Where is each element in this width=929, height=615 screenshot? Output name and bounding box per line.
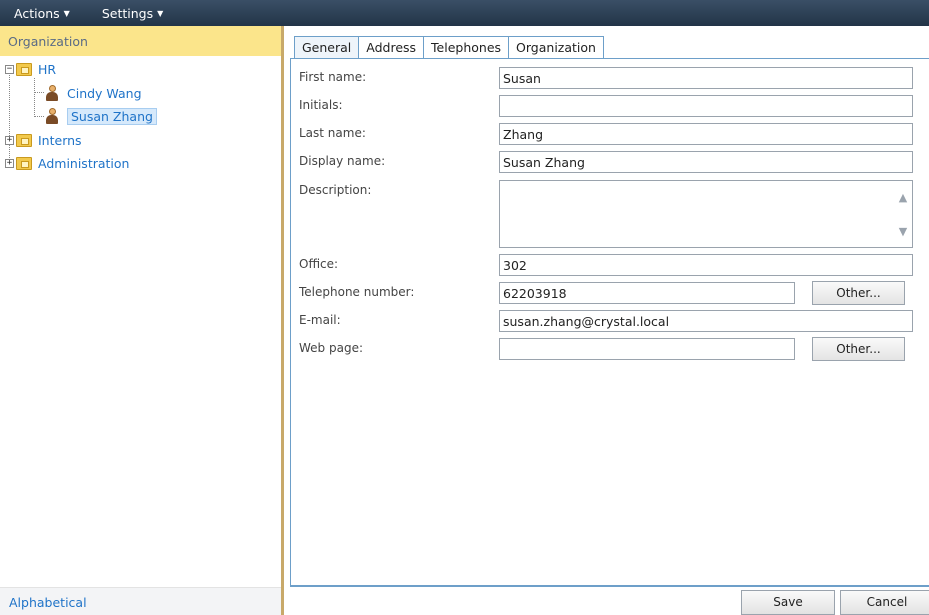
tree-connector [35,116,44,117]
folder-icon [16,156,32,170]
scroll-down-icon[interactable]: ▼ [896,225,910,239]
left-pane: Organization − HR Cindy Wang Susan Zhang… [0,26,281,615]
actions-menu-label: Actions [14,5,60,21]
user-icon [45,85,59,101]
first-name-field[interactable]: Susan [499,67,913,89]
telephone-other-button[interactable]: Other... [812,281,905,305]
user-icon [45,108,59,124]
settings-menu[interactable]: Settings ▼ [88,6,177,21]
office-label: Office: [299,257,339,271]
tree-item-label: Interns [38,132,82,148]
tree-connector [34,78,35,117]
initials-label: Initials: [299,98,343,112]
tree-item-label: Cindy Wang [67,85,142,101]
display-name-field[interactable]: Susan Zhang [499,151,913,173]
settings-menu-label: Settings [101,5,154,21]
tree-connector [35,92,44,93]
organization-header: Organization [0,26,281,56]
tab-organization[interactable]: Organization [508,36,604,58]
tree-item-label: Susan Zhang [67,107,157,125]
description-field[interactable]: ▲ ▼ [499,180,913,248]
tab-general[interactable]: General [294,36,360,58]
email-label: E-mail: [299,313,341,327]
expand-icon[interactable]: + [5,158,14,168]
menubar: Actions ▼ Settings ▼ [0,0,929,26]
tree-item-administration[interactable]: + Administration [5,154,129,172]
web-page-other-button[interactable]: Other... [812,337,905,361]
tree-item-interns[interactable]: + Interns [5,131,82,149]
cancel-button[interactable]: Cancel [840,590,929,615]
scroll-up-icon[interactable]: ▲ [896,191,910,205]
chevron-down-icon: ▼ [63,8,70,18]
alphabetical-link[interactable]: Alphabetical [0,587,281,615]
tree-connector [9,70,10,164]
tree-item-label: Administration [38,155,130,171]
email-field[interactable]: susan.zhang@crystal.local [499,310,913,332]
last-name-label: Last name: [299,126,366,140]
tab-address[interactable]: Address [358,36,425,58]
tab-bar: General Address Telephones Organization [294,36,604,58]
web-page-label: Web page: [299,341,363,355]
chevron-down-icon: ▼ [157,8,164,18]
telephone-field[interactable]: 62203918 [499,282,795,304]
collapse-icon[interactable]: − [5,64,14,74]
general-form: First name: Susan Initials: Last name: Z… [290,58,929,587]
description-label: Description: [299,183,372,197]
last-name-field[interactable]: Zhang [499,123,913,145]
first-name-label: First name: [299,70,367,84]
office-field[interactable]: 302 [499,254,913,276]
details-pane: General Address Telephones Organization … [284,26,929,615]
folder-icon [16,133,32,147]
folder-icon [16,62,32,76]
expand-icon[interactable]: + [5,135,14,145]
save-button[interactable]: Save [741,590,835,615]
display-name-label: Display name: [299,154,386,168]
tree-item-hr[interactable]: − HR [5,60,56,78]
actions-menu[interactable]: Actions ▼ [0,6,84,21]
initials-field[interactable] [499,95,913,117]
tree-item-susan-zhang[interactable]: Susan Zhang [45,107,157,125]
organization-tree: − HR Cindy Wang Susan Zhang + Interns + … [0,56,281,585]
tree-item-cindy-wang[interactable]: Cindy Wang [45,84,142,102]
web-page-field[interactable] [499,338,795,360]
tab-telephones[interactable]: Telephones [423,36,510,58]
telephone-label: Telephone number: [299,285,415,299]
tree-item-label: HR [38,61,57,77]
